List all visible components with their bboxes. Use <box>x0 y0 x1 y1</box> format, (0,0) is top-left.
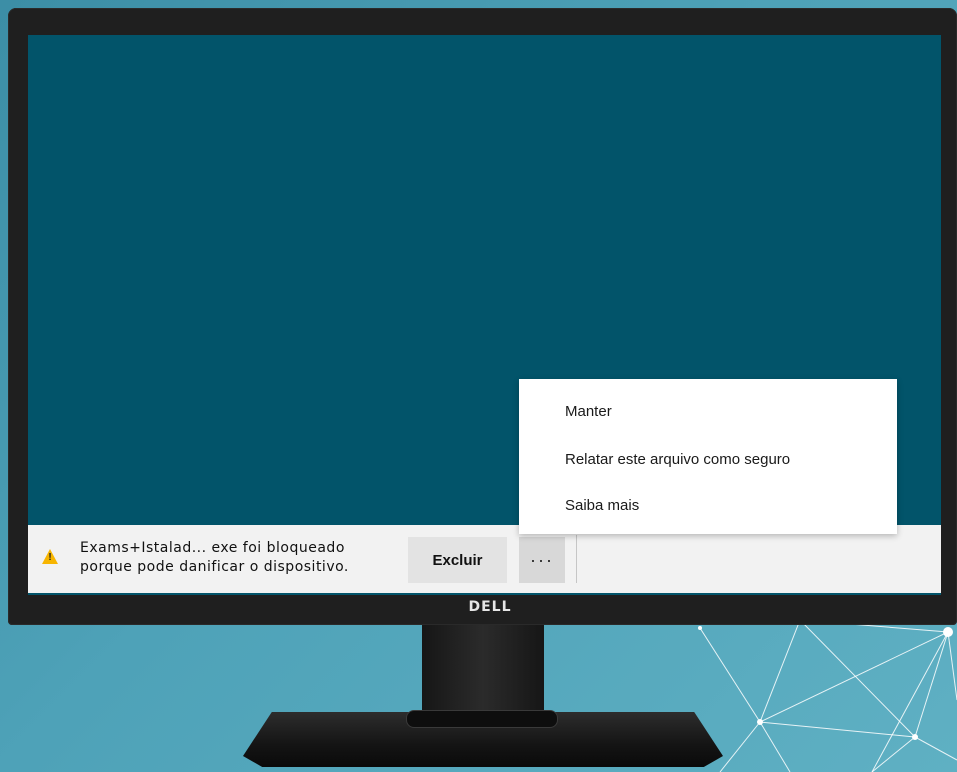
download-context-menu: Manter Relatar este arquivo como seguro … <box>519 379 897 534</box>
warning-exclamation: ! <box>48 552 52 563</box>
more-options-icon[interactable]: ··· <box>519 537 565 583</box>
separator <box>576 535 577 583</box>
stand-cable-slot <box>406 710 558 728</box>
menu-item-report-safe[interactable]: Relatar este arquivo como seguro <box>519 439 897 479</box>
menu-item-learn-more[interactable]: Saiba mais <box>519 485 897 525</box>
download-notification-bar: ! Exams+Istalad... exe foi bloqueado por… <box>28 525 941 593</box>
message-line-2: porque pode danificar o dispositivo. <box>80 559 349 575</box>
delete-button[interactable]: Excluir <box>408 537 507 583</box>
message-line-1: Exams+Istalad... exe foi bloqueado <box>80 540 345 556</box>
blocked-download-message: Exams+Istalad... exe foi bloqueado porqu… <box>80 539 410 577</box>
menu-item-keep[interactable]: Manter <box>519 391 897 431</box>
dell-logo: DELL <box>468 599 512 615</box>
